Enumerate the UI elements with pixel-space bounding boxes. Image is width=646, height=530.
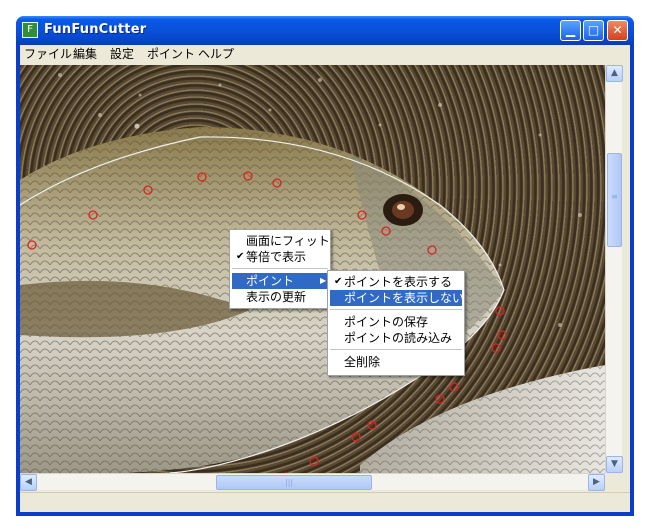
menu-settings[interactable]: 設定 <box>110 46 134 62</box>
minimize-button[interactable]: ▁ <box>560 20 581 41</box>
menu-item-load-points[interactable]: ポイントの読み込み <box>330 330 462 346</box>
menu-item-label: ポイント <box>246 274 295 288</box>
menu-edit[interactable]: 編集 <box>73 46 97 62</box>
scrollbar-corner <box>605 473 622 490</box>
menu-item-label: ポイントの保存 <box>344 315 429 329</box>
menu-separator <box>330 309 462 310</box>
submenu: ✔ ポイントを表示する ポイントを表示しない ポイントの保存 ポイントの読み込み… <box>327 270 465 376</box>
horizontal-scroll-thumb[interactable]: ||| <box>216 475 372 490</box>
menu-item-label: 画面にフィット <box>246 234 330 248</box>
title-bar[interactable]: F FunFunCutter ▁ □ ✕ <box>16 16 634 45</box>
menu-item-label: ポイントを表示する <box>344 275 453 289</box>
menu-item-fit-screen[interactable]: 画面にフィット <box>232 233 330 249</box>
menu-item-save-points[interactable]: ポイントの保存 <box>330 314 462 330</box>
scroll-left-button[interactable]: ◀ <box>20 474 37 491</box>
menu-item-label: 等倍で表示 <box>246 250 307 264</box>
menu-item-label: ポイントの読み込み <box>344 331 453 345</box>
menu-bar: ファイル 編集 設定 ポイント ヘルプ <box>20 45 630 63</box>
chevron-right-icon: ▶ <box>320 276 327 285</box>
scroll-up-button[interactable]: ▲ <box>606 65 623 82</box>
menu-item-hide-points[interactable]: ポイントを表示しない <box>330 290 465 306</box>
context-menu: 画面にフィット ✔ 等倍で表示 ポイント ▶ 表示の更新 <box>229 229 331 309</box>
menu-file[interactable]: ファイル <box>24 46 72 62</box>
menu-item-delete-all[interactable]: 全削除 <box>330 354 462 370</box>
horizontal-scrollbar[interactable]: ◀ ||| ▶ <box>20 473 605 491</box>
menu-item-label: 表示の更新 <box>246 290 307 304</box>
grip-icon: ||| <box>285 478 294 487</box>
menu-help[interactable]: ヘルプ <box>198 46 234 62</box>
vertical-scrollbar[interactable]: ▲ ≡ ▼ <box>605 65 623 473</box>
menu-item-actual-size[interactable]: ✔ 等倍で表示 <box>232 249 328 265</box>
check-icon: ✔ <box>334 276 343 287</box>
window-title: FunFunCutter <box>44 22 147 37</box>
menu-item-point[interactable]: ポイント ▶ <box>232 273 328 289</box>
menu-item-label: ポイントを表示しない <box>344 291 465 305</box>
grip-icon: ≡ <box>611 192 618 201</box>
maximize-button[interactable]: □ <box>583 20 604 41</box>
scroll-down-button[interactable]: ▼ <box>606 456 623 473</box>
close-button[interactable]: ✕ <box>607 20 628 41</box>
status-bar <box>20 492 630 512</box>
menu-point[interactable]: ポイント <box>147 46 195 62</box>
app-icon[interactable]: F <box>22 22 38 38</box>
scroll-right-button[interactable]: ▶ <box>588 474 605 491</box>
menu-item-refresh[interactable]: 表示の更新 <box>232 289 328 305</box>
menu-separator <box>232 268 328 269</box>
vertical-scroll-thumb[interactable]: ≡ <box>607 153 622 247</box>
menu-item-show-points[interactable]: ✔ ポイントを表示する <box>330 274 462 290</box>
menu-separator <box>330 349 462 350</box>
menu-item-label: 全削除 <box>344 355 381 369</box>
check-icon: ✔ <box>236 251 245 262</box>
